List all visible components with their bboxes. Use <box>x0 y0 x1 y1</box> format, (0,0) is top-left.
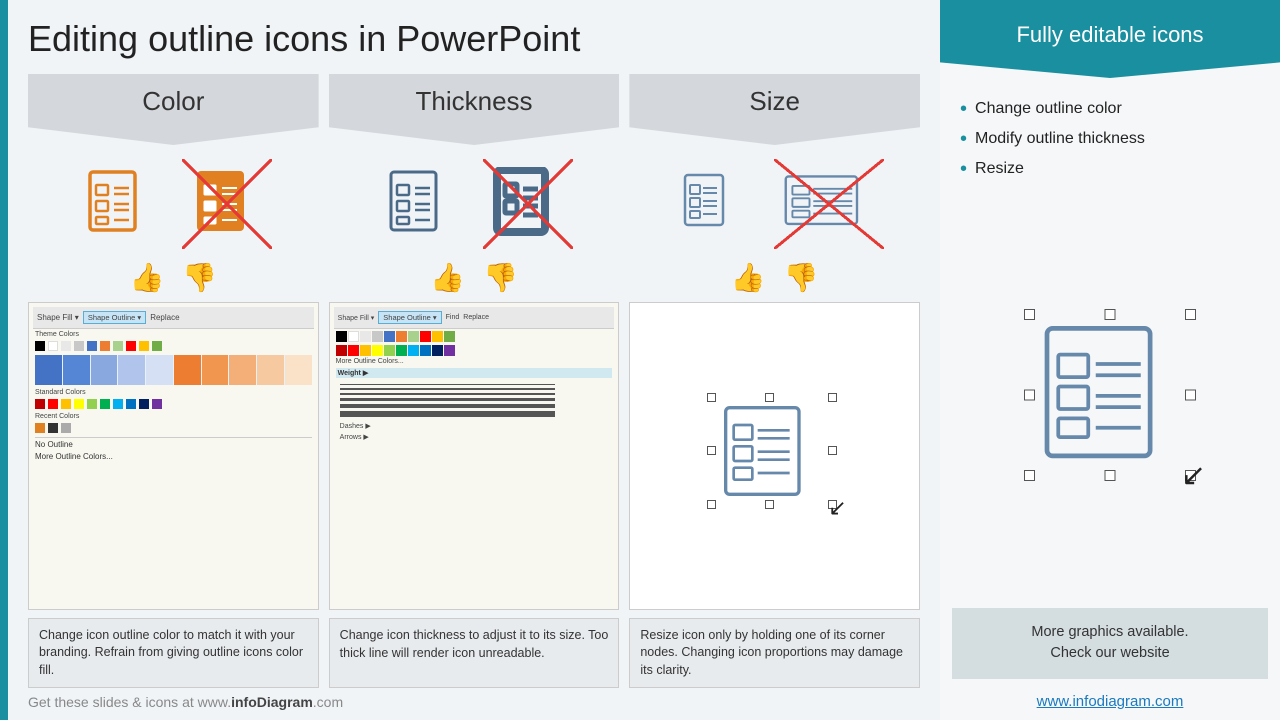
color-good-icon <box>74 159 164 249</box>
bullet-item-2: Modify outline thickness <box>960 124 1260 154</box>
sidebar-header: Fully editable icons <box>940 0 1280 78</box>
infodiagram-link[interactable]: www.infodiagram.com <box>952 693 1268 710</box>
color-thumb-down: 👎 <box>182 261 217 294</box>
col-color: Color <box>28 74 319 688</box>
color-screenshot: Shape Fill ▾ Shape Outline ▾ Replace The… <box>28 302 319 610</box>
footer: Get these slides & icons at www.infoDiag… <box>28 694 920 710</box>
page-title: Editing outline icons in PowerPoint <box>28 18 920 60</box>
main-panel: Editing outline icons in PowerPoint Colo… <box>8 0 940 720</box>
sidebar-content: Change outline color Modify outline thic… <box>940 78 1280 600</box>
size-header: Size <box>629 74 920 145</box>
size-desc: Resize icon only by holding one of its c… <box>629 618 920 689</box>
thickness-icon-row <box>329 153 620 253</box>
footer-text-start: Get these slides & icons at www. <box>28 694 231 710</box>
size-bad-icon <box>774 159 884 249</box>
bullet-item-1: Change outline color <box>960 94 1260 124</box>
thickness-thumb-row: 👍 👎 <box>329 261 620 294</box>
color-icon-row <box>28 153 319 253</box>
thickness-bad-icon <box>483 159 573 249</box>
footer-brand: infoDiagram <box>231 694 313 710</box>
color-desc: Change icon outline color to match it wi… <box>28 618 319 689</box>
more-graphics-text: More graphics available.Check our websit… <box>1031 624 1188 662</box>
size-thumb-up: 👍 <box>731 261 766 294</box>
accent-bar <box>0 0 8 720</box>
sidebar-bottom-text: More graphics available.Check our websit… <box>952 608 1268 680</box>
bullet-list: Change outline color Modify outline thic… <box>960 94 1260 184</box>
col-thickness: Thickness <box>329 74 620 688</box>
color-thumb-up: 👍 <box>129 261 164 294</box>
thickness-thumb-down: 👎 <box>483 261 518 294</box>
sidebar: Fully editable icons Change outline colo… <box>940 0 1280 720</box>
size-thumb-row: 👍 👎 <box>629 261 920 294</box>
thickness-good-icon <box>375 159 465 249</box>
bullet-item-3: Resize <box>960 154 1260 184</box>
thickness-header: Thickness <box>329 74 620 145</box>
col-size: Size <box>629 74 920 688</box>
footer-domain: .com <box>313 694 343 710</box>
color-thumb-row: 👍 👎 <box>28 261 319 294</box>
columns-area: Color <box>28 74 920 688</box>
color-header: Color <box>28 74 319 145</box>
thickness-screenshot: Shape Fill ▾ Shape Outline ▾ Find Replac… <box>329 302 620 610</box>
color-bad-icon <box>182 159 272 249</box>
size-thumb-down: 👎 <box>784 261 819 294</box>
size-good-icon <box>666 159 756 249</box>
thickness-desc: Change icon thickness to adjust it to it… <box>329 618 620 688</box>
size-icon-row <box>629 153 920 253</box>
size-screenshot: ↙ <box>629 302 920 610</box>
thickness-thumb-up: 👍 <box>430 261 465 294</box>
sidebar-preview: ↙ <box>960 200 1260 590</box>
